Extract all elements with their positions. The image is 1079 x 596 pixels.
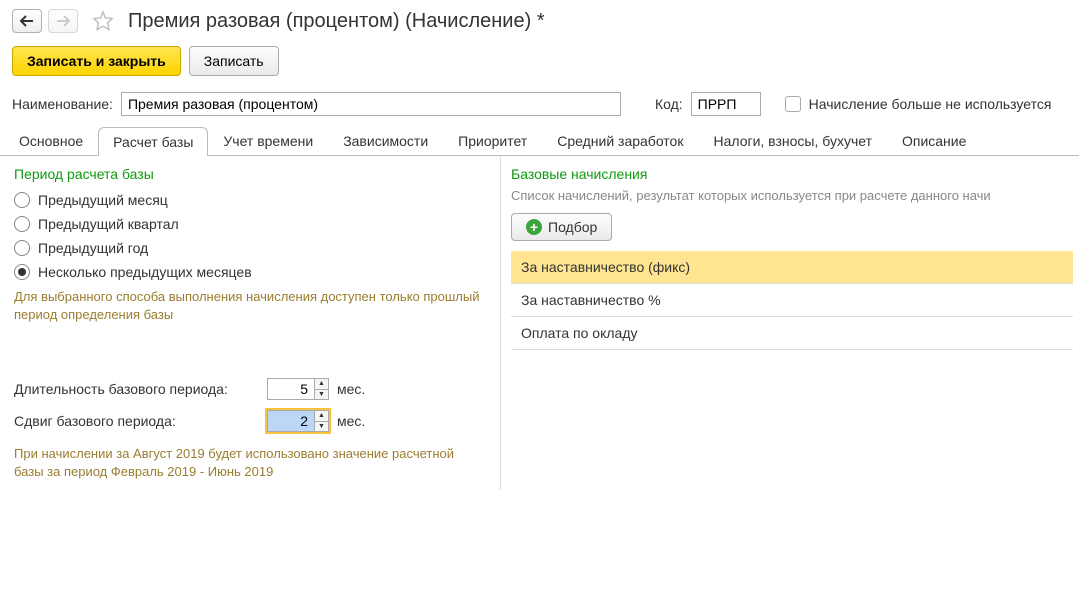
radio-label: Предыдущий год	[38, 240, 148, 256]
code-input[interactable]	[691, 92, 761, 116]
radio-icon	[14, 240, 30, 256]
base-item-2[interactable]: Оплата по окладу	[511, 317, 1073, 350]
code-label: Код:	[655, 96, 683, 112]
tab-2[interactable]: Учет времени	[208, 126, 328, 155]
not-used-label: Начисление больше не используется	[809, 96, 1052, 112]
tab-3[interactable]: Зависимости	[328, 126, 443, 155]
radio-label: Предыдущий квартал	[38, 216, 179, 232]
calc-hint: При начислении за Август 2019 будет испо…	[14, 445, 486, 480]
not-used-checkbox[interactable]	[785, 96, 801, 112]
tab-7[interactable]: Описание	[887, 126, 981, 155]
period-radio-1[interactable]: Предыдущий квартал	[14, 212, 486, 236]
duration-down[interactable]: ▼	[315, 390, 328, 400]
select-button-label: Подбор	[548, 219, 597, 235]
tab-4[interactable]: Приоритет	[443, 126, 542, 155]
base-item-1[interactable]: За наставничество %	[511, 284, 1073, 317]
name-input[interactable]	[121, 92, 621, 116]
radio-label: Предыдущий месяц	[38, 192, 168, 208]
period-radio-0[interactable]: Предыдущий месяц	[14, 188, 486, 212]
period-radio-2[interactable]: Предыдущий год	[14, 236, 486, 260]
shift-label: Сдвиг базового периода:	[14, 413, 259, 429]
page-title: Премия разовая (процентом) (Начисление) …	[128, 10, 545, 33]
radio-label: Несколько предыдущих месяцев	[38, 264, 252, 280]
favorite-star-icon[interactable]	[90, 8, 116, 34]
base-period-title: Период расчета базы	[14, 166, 486, 182]
base-item-0[interactable]: За наставничество (фикс)	[511, 251, 1073, 284]
radio-icon	[14, 216, 30, 232]
base-accruals-title: Базовые начисления	[511, 166, 1073, 182]
back-button[interactable]	[12, 9, 42, 33]
duration-up[interactable]: ▲	[315, 379, 328, 390]
radio-icon	[14, 192, 30, 208]
period-help-text: Для выбранного способа выполнения начисл…	[14, 288, 486, 323]
name-label: Наименование:	[12, 96, 113, 112]
period-radio-3[interactable]: Несколько предыдущих месяцев	[14, 260, 486, 284]
tab-6[interactable]: Налоги, взносы, бухучет	[698, 126, 887, 155]
duration-label: Длительность базового периода:	[14, 381, 259, 397]
shift-down[interactable]: ▼	[315, 422, 328, 432]
select-button[interactable]: + Подбор	[511, 213, 612, 241]
plus-icon: +	[526, 219, 542, 235]
duration-input[interactable]	[268, 379, 314, 399]
base-accruals-help: Список начислений, результат которых исп…	[511, 188, 1073, 203]
duration-unit: мес.	[337, 381, 365, 397]
save-button[interactable]: Записать	[189, 46, 279, 76]
shift-input[interactable]	[268, 411, 314, 431]
tab-0[interactable]: Основное	[4, 126, 98, 155]
forward-button	[48, 9, 78, 33]
shift-up[interactable]: ▲	[315, 411, 328, 422]
save-close-button[interactable]: Записать и закрыть	[12, 46, 181, 76]
radio-icon	[14, 264, 30, 280]
tab-1[interactable]: Расчет базы	[98, 127, 208, 156]
shift-unit: мес.	[337, 413, 365, 429]
tab-5[interactable]: Средний заработок	[542, 126, 698, 155]
